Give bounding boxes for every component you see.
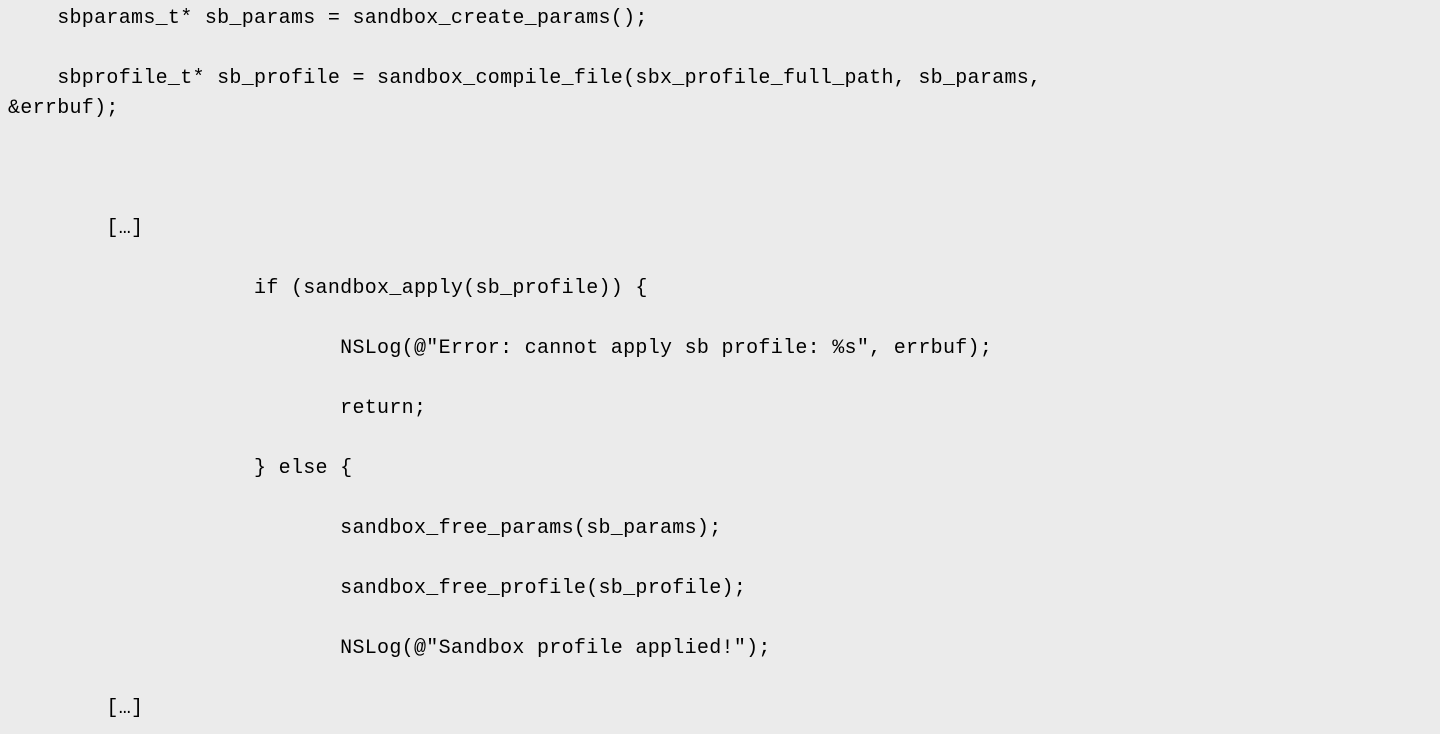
- code-line: sandbox_free_profile(sb_profile);: [8, 574, 1432, 604]
- code-line: [8, 154, 1432, 184]
- code-line: […]: [8, 214, 1432, 244]
- code-line: if (sandbox_apply(sb_profile)) {: [8, 274, 1432, 304]
- code-line: [8, 424, 1432, 454]
- code-line: NSLog(@"Error: cannot apply sb profile: …: [8, 334, 1432, 364]
- code-line: [8, 604, 1432, 634]
- code-line: [8, 664, 1432, 694]
- code-line: sandbox_free_params(sb_params);: [8, 514, 1432, 544]
- code-line: [8, 124, 1432, 154]
- code-line: [8, 34, 1432, 64]
- code-line: sbprofile_t* sb_profile = sandbox_compil…: [8, 64, 1432, 94]
- code-line: [8, 364, 1432, 394]
- code-line: [8, 184, 1432, 214]
- code-line: &errbuf);: [8, 94, 1432, 124]
- code-snippet: sbparams_t* sb_params = sandbox_create_p…: [8, 4, 1432, 724]
- code-line: [8, 304, 1432, 334]
- code-line: [8, 244, 1432, 274]
- code-line: sbparams_t* sb_params = sandbox_create_p…: [8, 4, 1432, 34]
- code-line: [8, 544, 1432, 574]
- code-line: [8, 484, 1432, 514]
- code-line: } else {: [8, 454, 1432, 484]
- code-line: return;: [8, 394, 1432, 424]
- code-line: NSLog(@"Sandbox profile applied!");: [8, 634, 1432, 664]
- code-line: […]: [8, 694, 1432, 724]
